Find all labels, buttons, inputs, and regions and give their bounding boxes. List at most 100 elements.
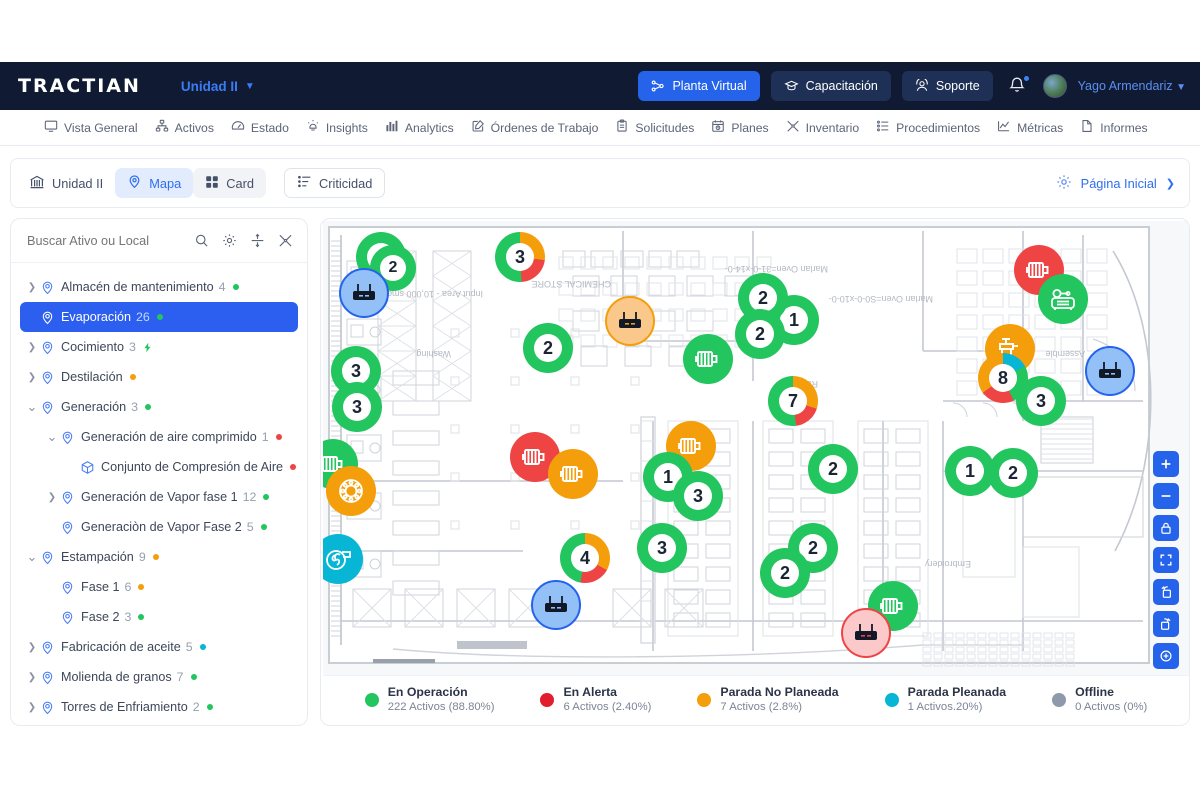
nav-item-ordenes-de-trabajo[interactable]: Órdenes de Trabajo: [471, 119, 599, 136]
cluster-count-label: 1: [956, 457, 984, 485]
map-marker-cluster[interactable]: 3: [1016, 376, 1066, 426]
soporte-button[interactable]: Soporte: [902, 71, 993, 101]
rotate-left-button[interactable]: [1153, 579, 1179, 605]
nav-item-inventario[interactable]: Inventario: [786, 119, 860, 136]
fullscreen-button[interactable]: [1153, 547, 1179, 573]
router-icon: [605, 296, 655, 346]
nav-item-informes[interactable]: Informes: [1080, 119, 1147, 136]
gear-icon[interactable]: [222, 233, 237, 248]
bar-chart-icon: [385, 119, 399, 136]
map-marker-cluster[interactable]: 3: [673, 471, 723, 521]
unit-selector[interactable]: Unidad II ▼: [181, 79, 255, 94]
map-marker-cluster[interactable]: 4: [560, 533, 610, 583]
planta-virtual-button[interactable]: Planta Virtual: [638, 71, 759, 101]
legend-item[interactable]: Offline0 Activos (0%): [1052, 684, 1147, 716]
chevron-right-icon[interactable]: ❯: [24, 702, 40, 713]
map-marker-asset[interactable]: [1085, 346, 1135, 396]
tree-node[interactable]: ⌄Estampación9: [20, 542, 298, 572]
map-marker-cluster[interactable]: 2: [523, 323, 573, 373]
criticality-filter-button[interactable]: Criticidad: [284, 168, 385, 198]
tree-node[interactable]: ❯Almacén de mantenimiento4: [20, 272, 298, 302]
legend-item[interactable]: En Operación222 Activos (88.80%): [365, 684, 495, 716]
map-marker-asset[interactable]: [683, 334, 733, 384]
map-marker-cluster[interactable]: 3: [637, 523, 687, 573]
tree-node[interactable]: Fase 16: [20, 572, 298, 602]
map-marker-asset[interactable]: [339, 268, 389, 318]
nav-item-activos[interactable]: Activos: [155, 119, 214, 136]
tree-node[interactable]: ⌄Generación3: [20, 392, 298, 422]
map-marker-asset[interactable]: [1038, 274, 1088, 324]
map-marker-asset[interactable]: [605, 296, 655, 346]
chevron-right-icon[interactable]: ❯: [24, 642, 40, 653]
lock-button[interactable]: [1153, 515, 1179, 541]
user-menu[interactable]: Yago Armendariz ▼: [1078, 79, 1186, 93]
tree-node[interactable]: Fase 23: [20, 602, 298, 632]
chevron-down-icon[interactable]: ⌄: [24, 399, 40, 415]
breadcrumb-unidad[interactable]: Unidad II: [25, 168, 115, 198]
expand-vertical-icon[interactable]: [250, 233, 265, 248]
zoom-in-button[interactable]: [1153, 451, 1179, 477]
status-dot: [261, 524, 267, 530]
status-dot: [233, 284, 239, 290]
legend-label: Parada No Planeada: [720, 684, 838, 701]
home-link[interactable]: Página Inicial ❯: [1056, 174, 1175, 193]
tree-node[interactable]: ❯Molienda de granos7: [20, 662, 298, 692]
tree-node[interactable]: ⌄Generación de aire comprimido1: [20, 422, 298, 452]
map-marker-cluster[interactable]: 2: [760, 548, 810, 598]
tree-node[interactable]: Generaciòn de Vapor Fase 25: [20, 512, 298, 542]
nav-item-insights[interactable]: Insights: [306, 119, 368, 136]
nav-item-analytics[interactable]: Analytics: [385, 119, 454, 136]
chevron-down-icon[interactable]: ⌄: [24, 549, 40, 565]
map-marker-cluster[interactable]: 3: [495, 232, 545, 282]
chevron-right-icon[interactable]: ❯: [24, 372, 40, 383]
tree-node[interactable]: ❯Cocimiento3: [20, 332, 298, 362]
tab-mapa[interactable]: Mapa: [115, 168, 193, 198]
tab-card[interactable]: Card: [193, 168, 266, 198]
nav-item-procedimientos[interactable]: Procedimientos: [876, 119, 980, 136]
search-input[interactable]: [27, 234, 194, 248]
avatar[interactable]: [1043, 74, 1067, 98]
map-marker-asset[interactable]: [841, 608, 891, 658]
chevron-right-icon[interactable]: ❯: [24, 282, 40, 293]
nav-item-vista-general[interactable]: Vista General: [44, 119, 138, 136]
nav-item-planes[interactable]: Planes: [711, 119, 768, 136]
tree-node[interactable]: ❯Destilación: [20, 362, 298, 392]
map-marker-cluster[interactable]: 2: [808, 444, 858, 494]
tree-node[interactable]: Evaporación26: [20, 302, 298, 332]
nav-item-estado[interactable]: Estado: [231, 119, 289, 136]
map-marker-cluster[interactable]: 7: [768, 376, 818, 426]
tree-node-count: 9: [139, 550, 146, 564]
notifications-button[interactable]: [1007, 75, 1029, 97]
legend-item[interactable]: Parada No Planeada7 Activos (2.8%): [697, 684, 838, 716]
tree-node[interactable]: Conjunto de Compresión de Aire: [20, 452, 298, 482]
capacitacion-button[interactable]: Capacitación: [771, 71, 891, 101]
location-pin-icon: [40, 400, 55, 415]
map-marker-cluster[interactable]: 3: [332, 382, 382, 432]
map-marker-asset[interactable]: [531, 580, 581, 630]
rotate-right-button[interactable]: [1153, 611, 1179, 637]
chevron-right-icon[interactable]: ❯: [24, 672, 40, 683]
status-dot: [145, 404, 151, 410]
tree-node[interactable]: ❯Fabricación de aceite5: [20, 632, 298, 662]
map-marker-cluster[interactable]: 2: [735, 309, 785, 359]
map-marker-asset[interactable]: [326, 466, 376, 516]
map-marker-cluster[interactable]: 2: [988, 448, 1038, 498]
map-view[interactable]: WashingCHEMICAL STOREInput Area - 10,000…: [323, 221, 1189, 677]
tree-node-label: Conjunto de Compresión de Aire: [101, 460, 283, 474]
nav-item-solicitudes[interactable]: Solicitudes: [615, 119, 694, 136]
chevron-right-icon[interactable]: ❯: [44, 492, 60, 503]
map-marker-asset[interactable]: [323, 534, 363, 584]
tree-node[interactable]: ❯Generación de Vapor fase 112: [20, 482, 298, 512]
legend-item[interactable]: Parada Pleanada1 Activos.20%): [885, 684, 1006, 716]
map-marker-asset[interactable]: [548, 449, 598, 499]
chevron-down-icon[interactable]: ⌄: [44, 429, 60, 445]
legend-item[interactable]: En Alerta6 Activos (2.40%): [540, 684, 651, 716]
search-icon[interactable]: [194, 233, 209, 248]
zoom-out-button[interactable]: [1153, 483, 1179, 509]
recenter-button[interactable]: [1153, 643, 1179, 669]
tree-node[interactable]: ❯Torres de Enfriamiento2: [20, 692, 298, 722]
gear-icon[interactable]: [1056, 174, 1072, 193]
nav-item-metricas[interactable]: Métricas: [997, 119, 1063, 136]
tools-icon[interactable]: [278, 233, 293, 248]
chevron-right-icon[interactable]: ❯: [24, 342, 40, 353]
